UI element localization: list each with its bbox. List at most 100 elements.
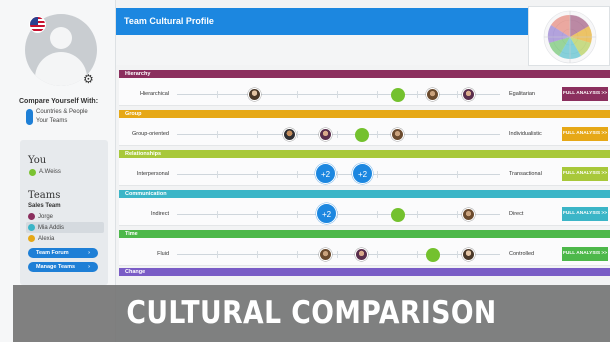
you-marker[interactable] <box>426 248 440 262</box>
you-marker[interactable] <box>391 88 405 102</box>
dimension-scale-row: Fluid Controlled FULL ANALYSIS >> <box>119 238 610 266</box>
full-analysis-button[interactable]: FULL ANALYSIS >> <box>562 127 608 141</box>
team-member-mia[interactable]: Mia Addis <box>28 224 64 231</box>
us-flag-icon <box>29 16 46 33</box>
team-member-marker[interactable] <box>248 88 261 101</box>
pole-right-label: Direct <box>509 211 524 217</box>
member-name: Jorge <box>38 214 54 221</box>
team-name[interactable]: Sales Team <box>28 203 61 209</box>
team-member-marker[interactable] <box>462 88 475 101</box>
dimension-bar <box>119 268 610 276</box>
scale-tick <box>217 131 218 138</box>
scale-tick <box>377 171 378 178</box>
scale-tick <box>417 211 418 218</box>
gear-icon[interactable]: ⚙ <box>83 73 95 85</box>
compare-option-teams[interactable]: Your Teams <box>36 118 67 124</box>
dimension-bar <box>119 150 610 158</box>
you-marker[interactable] <box>391 208 405 222</box>
dimension-name: Time <box>125 231 138 237</box>
member-name: Alexia <box>38 236 55 243</box>
scale-track <box>177 94 500 95</box>
scale-track <box>177 174 500 175</box>
member-color-dot <box>28 224 35 231</box>
radar-chart-card[interactable] <box>528 6 610 66</box>
chevron-right-icon: › <box>88 250 90 256</box>
full-analysis-button[interactable]: FULL ANALYSIS >> <box>562 207 608 221</box>
scale-tick <box>217 91 218 98</box>
grouped-markers-plus-two[interactable]: +2 <box>315 163 336 184</box>
compare-toggle[interactable] <box>26 109 33 125</box>
title-banner: CULTURAL COMPARISON <box>13 285 610 342</box>
dimension-bar <box>119 110 610 118</box>
team-member-marker[interactable] <box>391 128 404 141</box>
avatar-head <box>50 27 72 49</box>
chevron-right-icon: › <box>88 264 90 270</box>
scale-tick <box>377 131 378 138</box>
pole-right-label: Controlled <box>509 251 535 257</box>
scale-tick <box>257 211 258 218</box>
team-member-marker[interactable] <box>426 88 439 101</box>
scale-tick <box>377 91 378 98</box>
pole-right-label: Egalitarian <box>509 91 535 97</box>
scale-tick <box>457 171 458 178</box>
scale-tick <box>457 91 458 98</box>
team-forum-label: Team Forum <box>36 250 69 256</box>
manage-teams-button[interactable]: Manage Teams › <box>28 262 98 272</box>
header-spacer <box>116 35 528 65</box>
scale-tick <box>457 251 458 258</box>
dimension-scale-row: Hierarchical Egalitarian FULL ANALYSIS >… <box>119 78 610 106</box>
scale-tick <box>257 251 258 258</box>
team-forum-button[interactable]: Team Forum › <box>28 248 98 258</box>
team-member-marker[interactable] <box>462 208 475 221</box>
pole-left-label: Fluid <box>157 251 169 257</box>
scale-tick <box>417 131 418 138</box>
teams-heading: Teams <box>28 190 61 201</box>
scale-tick <box>337 171 338 178</box>
pole-left-label: Interpersonal <box>136 171 169 177</box>
team-member-jorge[interactable]: Jorge <box>28 213 53 220</box>
dimension-name: Hierarchy <box>125 71 151 77</box>
member-color-dot <box>28 213 35 220</box>
scale-tick <box>297 171 298 178</box>
dimension-name: Relationships <box>125 151 162 157</box>
full-analysis-button[interactable]: FULL ANALYSIS >> <box>562 87 608 101</box>
scale-tick <box>217 211 218 218</box>
pole-left-label: Indirect <box>150 211 169 217</box>
scale-tick <box>337 251 338 258</box>
scale-tick <box>457 131 458 138</box>
page-title: Team Cultural Profile <box>124 16 214 26</box>
scale-tick <box>217 251 218 258</box>
scale-tick <box>337 91 338 98</box>
you-name[interactable]: A.Weiss <box>39 169 61 175</box>
grouped-markers-plus-two[interactable]: +2 <box>352 163 373 184</box>
full-analysis-button[interactable]: FULL ANALYSIS >> <box>562 247 608 261</box>
you-marker[interactable] <box>355 128 369 142</box>
compare-option-countries[interactable]: Countries & People <box>36 109 88 115</box>
member-name: Mia Addis <box>38 225 65 232</box>
you-color-dot <box>29 169 36 176</box>
dimension-scale-row: Indirect +2 Direct FULL ANALYSIS >> <box>119 198 610 226</box>
team-member-marker[interactable] <box>319 248 332 261</box>
full-analysis-button[interactable]: FULL ANALYSIS >> <box>562 167 608 181</box>
team-member-marker[interactable] <box>319 128 332 141</box>
pole-left-label: Group-oriented <box>132 131 169 137</box>
scale-tick <box>297 91 298 98</box>
scale-track <box>177 254 500 255</box>
scale-tick <box>417 251 418 258</box>
team-member-marker[interactable] <box>462 248 475 261</box>
dimension-name: Group <box>125 111 142 117</box>
team-member-marker[interactable] <box>283 128 296 141</box>
grouped-markers-plus-two[interactable]: +2 <box>316 203 337 224</box>
scale-tick <box>377 211 378 218</box>
you-heading: You <box>28 155 47 166</box>
dimension-bar <box>119 190 610 198</box>
scale-tick <box>337 211 338 218</box>
scale-tick <box>297 251 298 258</box>
page-header: Team Cultural Profile <box>116 8 528 35</box>
team-member-alexia[interactable]: Alexia <box>28 235 54 242</box>
scale-tick <box>417 91 418 98</box>
dimension-bar <box>119 230 610 238</box>
team-member-marker[interactable] <box>355 248 368 261</box>
scale-tick <box>417 171 418 178</box>
scale-tick <box>257 171 258 178</box>
